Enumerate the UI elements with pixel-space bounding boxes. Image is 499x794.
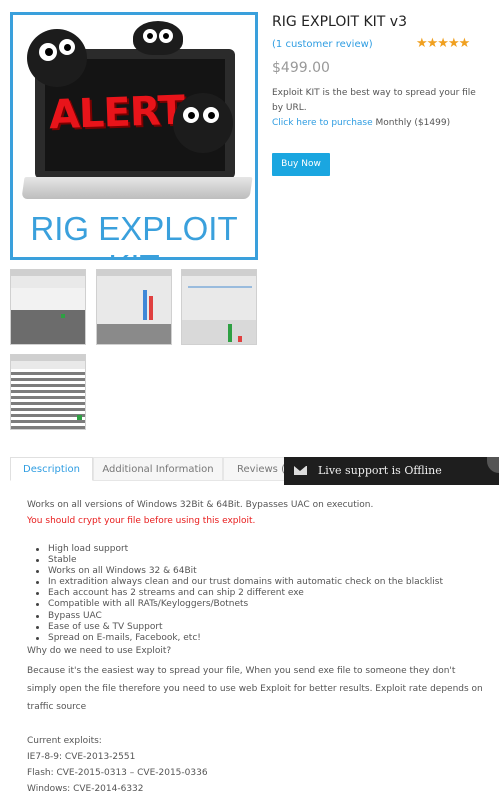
list-item: High load support <box>27 544 487 555</box>
product-thumbnail[interactable] <box>181 269 257 345</box>
laptop-keyboard <box>21 177 253 199</box>
live-support-widget[interactable]: Live support is Offline <box>284 457 499 485</box>
exploits-heading: Current exploits: <box>27 736 102 746</box>
star-rating-icon: ★★★★★ <box>416 36 470 51</box>
bomb-character-icon <box>173 93 233 153</box>
buy-now-button[interactable]: Buy Now <box>272 153 330 176</box>
list-item: Stable <box>27 555 487 566</box>
product-price: $499.00 <box>272 60 330 76</box>
tab-additional-information[interactable]: Additional Information <box>93 457 223 481</box>
tab-description[interactable]: Description <box>10 457 93 481</box>
live-support-status: Live support is Offline <box>318 464 442 477</box>
list-item: Compatible with all RATs/Keyloggers/Botn… <box>27 599 487 610</box>
product-main-image[interactable]: ALERT RIG EXPLOIT KIT <box>10 12 258 260</box>
brand-text: RIG EXPLOIT KIT <box>30 210 238 257</box>
product-thumbnail[interactable] <box>10 354 86 430</box>
exploit-item: Windows: CVE-2014-6332 <box>27 784 144 794</box>
exploit-item: IE7-8-9: CVE-2013-2551 <box>27 752 136 762</box>
feature-list: High load support Stable Works on all Wi… <box>27 544 487 644</box>
list-item: Ease of use & TV Support <box>27 622 487 633</box>
list-item: Bypass UAC <box>27 611 487 622</box>
alert-label: ALERT <box>48 87 185 139</box>
product-short-description: Exploit KIT is the best way to spread yo… <box>272 86 482 131</box>
tab-reviews[interactable]: Reviews (1 <box>223 457 293 481</box>
why-heading: Why do we need to use Exploit? <box>27 646 172 656</box>
purchase-suffix: Monthly ($1499) <box>372 118 451 128</box>
intro-text: Works on all versions of Windows 32Bit &… <box>27 500 374 510</box>
crypt-warning: You should crypt your file before using … <box>27 516 256 526</box>
why-text: Because it's the easiest way to spread y… <box>27 666 483 712</box>
description-text: Exploit KIT is the best way to spread yo… <box>272 88 476 113</box>
list-item: Works on all Windows 32 & 64Bit <box>27 566 487 577</box>
list-item: Spread on E-mails, Facebook, etc! <box>27 633 487 644</box>
bomb-character-icon <box>133 21 183 55</box>
exploit-item: Flash: CVE-2015-0313 – CVE-2015-0336 <box>27 768 208 778</box>
product-thumbnail[interactable] <box>96 269 172 345</box>
list-item: In extradition always clean and our trus… <box>27 577 487 588</box>
envelope-icon <box>294 466 307 475</box>
product-title: RIG EXPLOIT KIT v3 <box>272 14 407 30</box>
purchase-link[interactable]: Click here to purchase <box>272 118 373 128</box>
product-thumbnail[interactable] <box>10 269 86 345</box>
list-item: Each account has 2 streams and can ship … <box>27 588 487 599</box>
customer-review-link[interactable]: (1 customer review) <box>272 39 373 50</box>
bomb-character-icon <box>27 29 87 87</box>
